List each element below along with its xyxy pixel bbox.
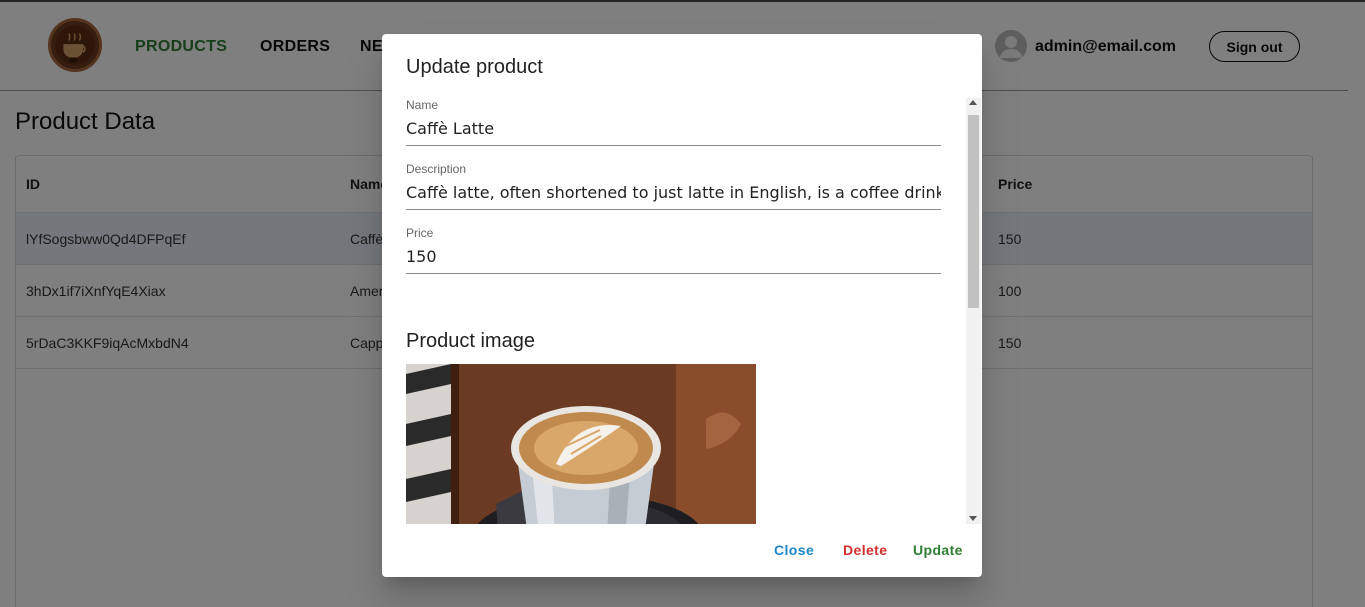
price-label: Price <box>406 226 434 240</box>
dialog-actions: Close Delete Update <box>382 534 982 566</box>
update-product-dialog: Update product Name Description Price Pr… <box>382 34 982 577</box>
delete-button[interactable]: Delete <box>843 538 887 562</box>
name-field: Name <box>406 98 941 146</box>
dialog-title: Update product <box>406 56 543 78</box>
name-input[interactable] <box>406 116 941 140</box>
product-image <box>406 364 756 524</box>
description-input[interactable] <box>406 180 941 204</box>
scroll-up-arrow-icon[interactable] <box>969 100 977 105</box>
scroll-down-arrow-icon[interactable] <box>969 516 977 521</box>
description-label: Description <box>406 162 467 176</box>
product-image-heading: Product image <box>406 330 535 352</box>
scrollbar-thumb[interactable] <box>968 115 979 308</box>
description-field: Description <box>406 162 941 210</box>
close-button[interactable]: Close <box>774 538 814 562</box>
dialog-scrollbar[interactable] <box>966 98 981 524</box>
price-field: Price <box>406 226 941 274</box>
price-input[interactable] <box>406 244 941 268</box>
dialog-content[interactable]: Name Description Price Product image <box>382 98 982 524</box>
name-label: Name <box>406 98 439 112</box>
update-button[interactable]: Update <box>913 538 963 562</box>
